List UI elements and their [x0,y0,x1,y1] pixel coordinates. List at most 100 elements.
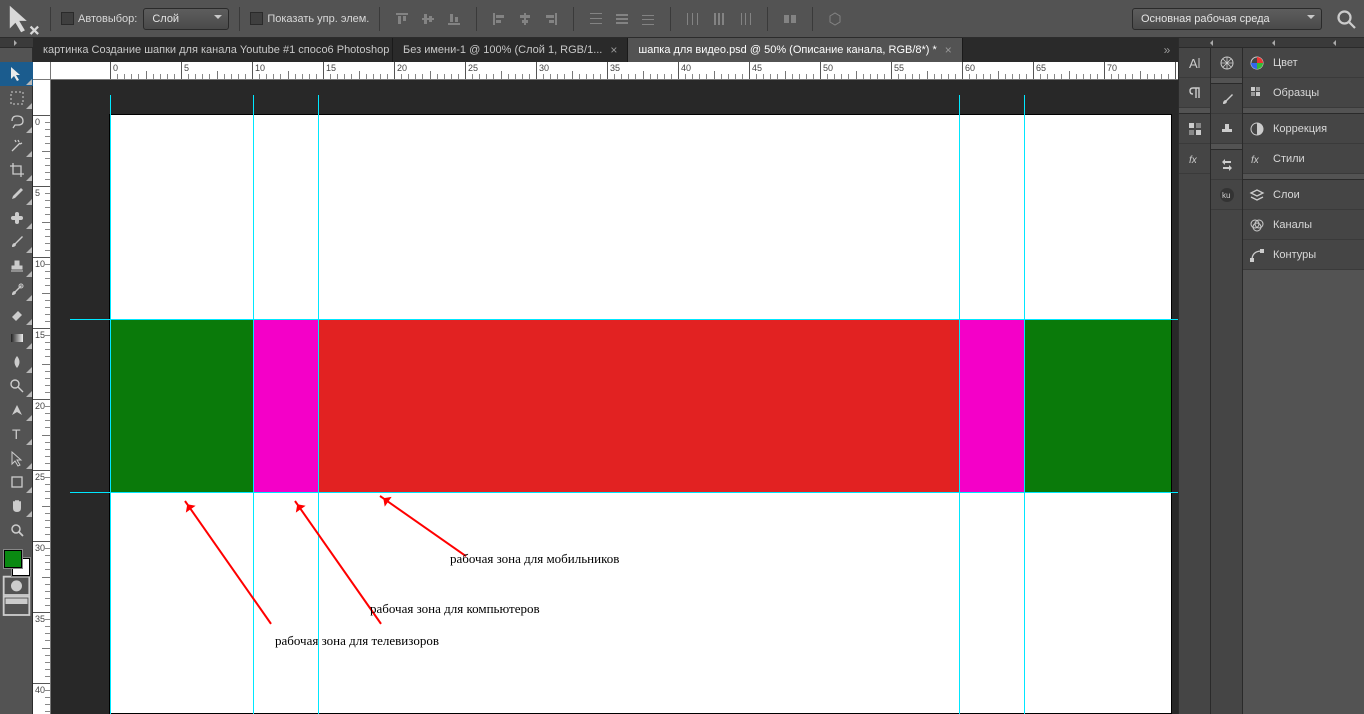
panel-adjustments[interactable]: Коррекция [1243,114,1364,144]
auto-select-label: Автовыбор: [78,13,137,25]
show-controls-label: Показать упр. элем. [267,13,369,25]
panel-layers[interactable]: Слои [1243,180,1364,210]
brush-tool[interactable] [0,230,33,254]
guide-vertical[interactable] [253,95,254,714]
marquee-tool[interactable] [0,86,33,110]
svg-text:ku: ku [1222,191,1230,200]
svg-text:A: A [1189,56,1198,71]
pc-zone-left [253,319,318,492]
align-right-icon[interactable] [539,8,563,30]
paragraph-panel-icon[interactable] [1179,78,1210,108]
actions-panel-icon[interactable] [1211,150,1242,180]
document-tab[interactable]: картинка Создание шапки для канала Youtu… [33,38,393,62]
distribute-group-1 [584,8,660,30]
dist-bottom-icon[interactable] [636,8,660,30]
panel-icon-column-a: A fx [1179,48,1211,714]
artboard: рабочая зона для мобильников рабочая зон… [110,115,1171,713]
gradient-tool[interactable] [0,326,33,350]
auto-align-icon[interactable] [778,8,802,30]
toolbox: T [0,48,33,714]
show-transform-controls-checkbox[interactable]: Показать упр. элем. [250,12,369,25]
annotation-pc: рабочая зона для компьютеров [370,601,540,617]
toolbox-expand-toggle[interactable] [0,38,33,48]
guide-vertical[interactable] [1024,95,1025,714]
dist-hcenter-icon[interactable] [707,8,731,30]
character-panel-icon[interactable]: A [1179,48,1210,78]
document-tabs: картинка Создание шапки для канала Youtu… [33,38,1178,62]
dist-top-icon[interactable] [584,8,608,30]
panel-collapse-bar[interactable] [1179,38,1364,48]
move-tool[interactable] [0,62,33,86]
auto-select-checkbox[interactable]: Автовыбор: [61,12,137,25]
options-bar: Автовыбор: Слой Показать упр. элем. Осно… [0,0,1364,38]
dist-vcenter-icon[interactable] [610,8,634,30]
panel-paths[interactable]: Контуры [1243,240,1364,270]
annotation-tv: рабочая зона для телевизоров [275,633,439,649]
eyedropper-tool[interactable] [0,182,33,206]
dist-right-icon[interactable] [733,8,757,30]
eraser-tool[interactable] [0,302,33,326]
3d-mode-icon[interactable] [823,8,847,30]
ruler-origin[interactable] [33,62,51,80]
panel-label-column: Цвет Образцы Коррекция fx Стили Слои [1243,48,1364,714]
align-left-icon[interactable] [487,8,511,30]
color-swatches[interactable] [0,548,33,576]
workspace-dropdown[interactable]: Основная рабочая среда [1132,8,1322,30]
guide-vertical[interactable] [318,95,319,714]
navigator-panel-icon[interactable] [1211,48,1242,78]
guide-horizontal[interactable] [70,319,1178,320]
canvas-area: 051015202530354045505560657075 051015202… [33,62,1178,714]
align-bottom-icon[interactable] [442,8,466,30]
tab-overflow-icon[interactable]: » [1156,38,1178,62]
auto-select-mode-dropdown[interactable]: Слой [143,8,229,30]
panel-styles[interactable]: fx Стили [1243,144,1364,174]
svg-text:fx: fx [1251,155,1260,166]
wand-tool[interactable] [0,134,33,158]
blur-tool[interactable] [0,350,33,374]
close-icon[interactable]: × [610,43,617,57]
pen-tool[interactable] [0,398,33,422]
document-tab[interactable]: Без имени-1 @ 100% (Слой 1, RGB/1... × [393,38,628,62]
align-hcenter-icon[interactable] [513,8,537,30]
guide-vertical[interactable] [959,95,960,714]
viewport[interactable]: рабочая зона для мобильников рабочая зон… [51,80,1178,714]
screenmode-toggle[interactable] [0,596,33,616]
ruler-vertical[interactable]: 0510152025303540 [33,80,51,714]
align-top-icon[interactable] [390,8,414,30]
ruler-horizontal[interactable]: 051015202530354045505560657075 [51,62,1178,80]
panel-swatches[interactable]: Образцы [1243,78,1364,108]
arrow-tv [184,500,272,624]
dodge-tool[interactable] [0,374,33,398]
tv-zone-right [1025,319,1171,492]
panel-color[interactable]: Цвет [1243,48,1364,78]
ku-badge-icon[interactable]: ku [1211,180,1242,210]
arrow-mobile [379,495,466,557]
type-tool[interactable]: T [0,422,33,446]
document-tab[interactable]: шапка для видео.psd @ 50% (Описание кана… [628,38,962,62]
brush-presets-icon[interactable] [1211,84,1242,114]
guide-horizontal[interactable] [70,492,1178,493]
clone-source-icon[interactable] [1211,114,1242,144]
align-group-2 [487,8,563,30]
mobile-zone [318,319,960,492]
history-brush-tool[interactable] [0,278,33,302]
align-group-1 [390,8,466,30]
search-icon[interactable] [1334,8,1358,30]
swatches-panel-icon[interactable] [1179,114,1210,144]
path-select-tool[interactable] [0,446,33,470]
arrow-pc [294,500,382,624]
crop-tool[interactable] [0,158,33,182]
foreground-color-swatch[interactable] [4,550,22,568]
zoom-tool[interactable] [0,518,33,542]
dist-left-icon[interactable] [681,8,705,30]
close-icon[interactable]: × [945,43,952,57]
panel-channels[interactable]: Каналы [1243,210,1364,240]
guide-vertical[interactable] [110,95,111,714]
stamp-tool[interactable] [0,254,33,278]
hand-tool[interactable] [0,494,33,518]
heal-tool[interactable] [0,206,33,230]
align-vcenter-icon[interactable] [416,8,440,30]
styles-fx-panel-icon[interactable]: fx [1179,144,1210,174]
lasso-tool[interactable] [0,110,33,134]
shape-tool[interactable] [0,470,33,494]
